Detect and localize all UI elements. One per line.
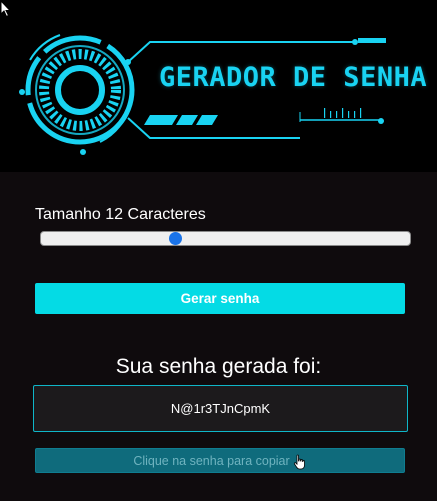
- result-heading: Sua senha gerada foi:: [115, 355, 322, 378]
- length-label-suffix: Caracteres: [127, 206, 206, 223]
- mouse-cursor-icon: [0, 0, 12, 18]
- length-slider[interactable]: [40, 231, 411, 246]
- length-label: Tamanho 12 Caracteres: [35, 205, 206, 225]
- generated-password[interactable]: N@1r3TJnCpmK: [33, 385, 408, 432]
- length-label-prefix: Tamanho: [35, 206, 101, 223]
- copy-button-label: Clique na senha para copiar: [133, 453, 290, 468]
- hand-pointer-icon: [293, 454, 305, 469]
- password-text[interactable]: N@1r3TJnCpmK: [171, 401, 270, 416]
- generate-password-button[interactable]: Gerar senha: [35, 283, 405, 314]
- copy-password-button[interactable]: Clique na senha para copiar: [35, 448, 405, 473]
- logo-title: GERADOR DE SENHA: [159, 62, 428, 93]
- length-value: 12: [105, 206, 124, 223]
- header-banner: GERADOR DE SENHA: [0, 0, 437, 172]
- password-generator-page: GERADOR DE SENHA Tamanho 12 Caracteres G…: [0, 0, 437, 501]
